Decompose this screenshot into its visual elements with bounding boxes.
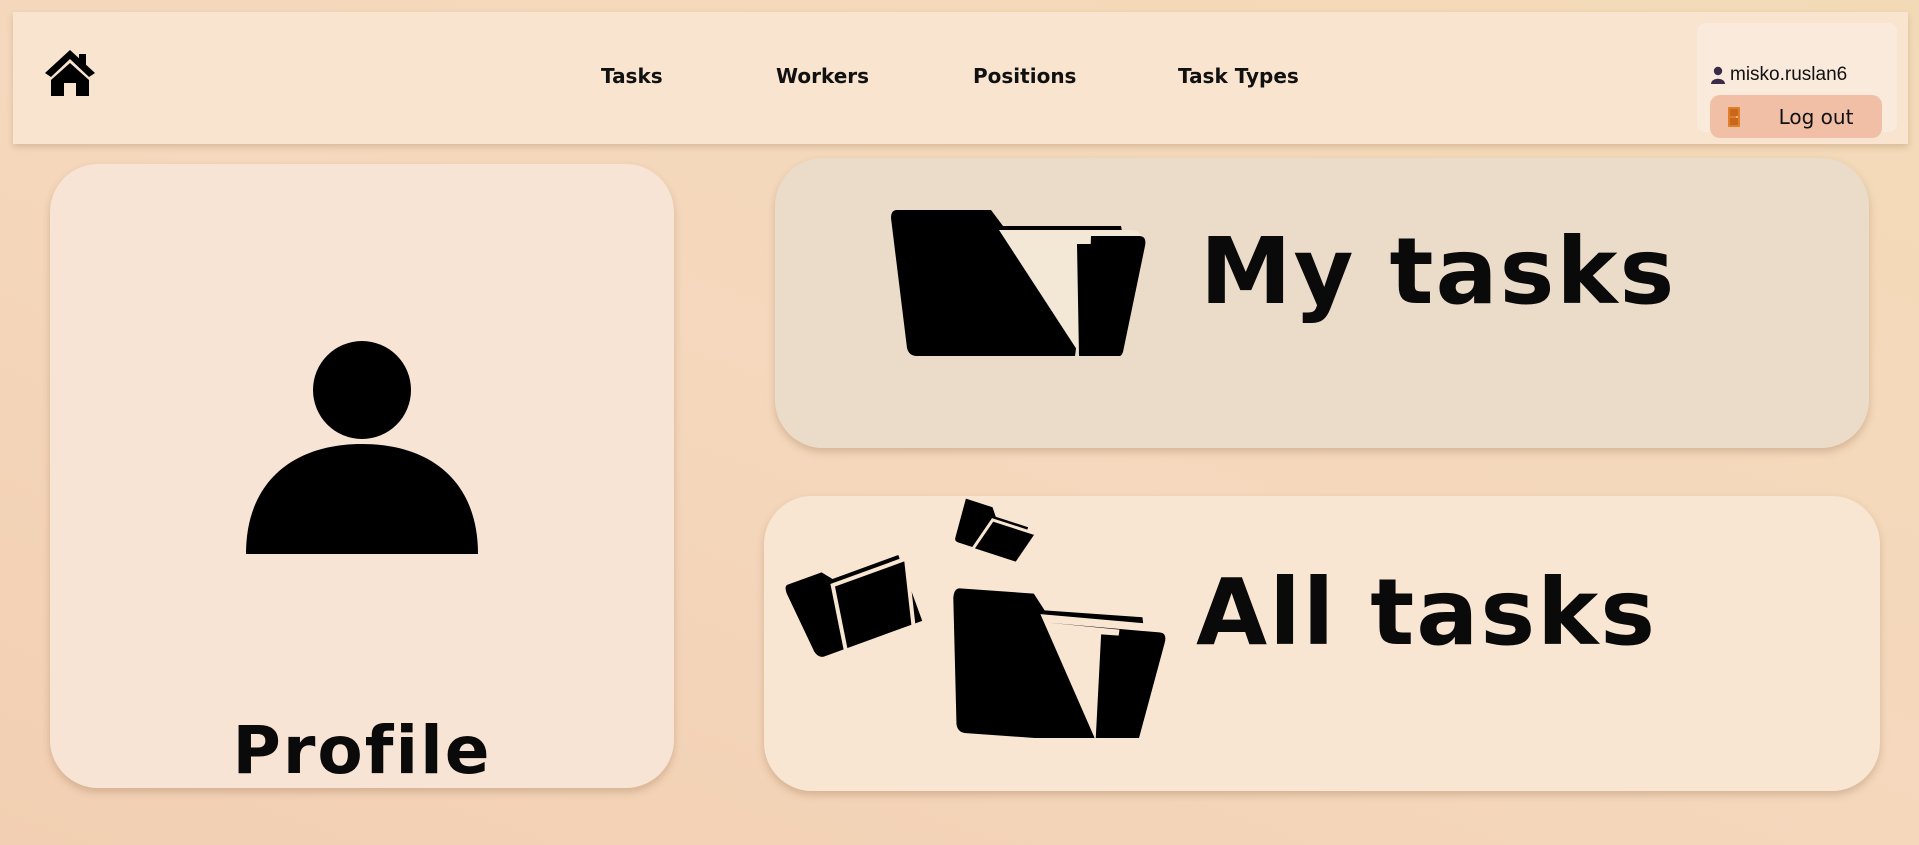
person-icon (246, 341, 478, 554)
logout-label: Log out (1778, 104, 1854, 129)
profile-label: Profile (232, 712, 492, 789)
all-tasks-card[interactable]: All tasks (764, 496, 1880, 791)
user-info: misko.ruslan6 (1710, 63, 1847, 87)
my-tasks-label: My tasks (1200, 218, 1677, 325)
top-navbar: Tasks Workers Positions Task Types misko… (13, 12, 1908, 144)
all-tasks-label: All tasks (1196, 559, 1658, 666)
profile-card[interactable]: Profile (50, 164, 674, 789)
nav-link-workers[interactable]: Workers (776, 64, 869, 88)
user-icon (1711, 66, 1725, 84)
door-icon (1728, 106, 1740, 127)
nav-link-positions[interactable]: Positions (973, 64, 1076, 88)
user-panel: misko.ruslan6 Log out (1697, 23, 1897, 138)
nav-link-tasks[interactable]: Tasks (601, 64, 663, 88)
username: misko.ruslan6 (1730, 64, 1848, 85)
logout-button[interactable]: Log out (1710, 95, 1882, 138)
nav-link-task-types[interactable]: Task Types (1178, 64, 1299, 88)
main-nav: Tasks Workers Positions Task Types (13, 12, 1908, 144)
my-tasks-card[interactable]: My tasks (775, 158, 1869, 448)
folders-icon (785, 498, 1166, 738)
folder-icon (891, 210, 1146, 356)
